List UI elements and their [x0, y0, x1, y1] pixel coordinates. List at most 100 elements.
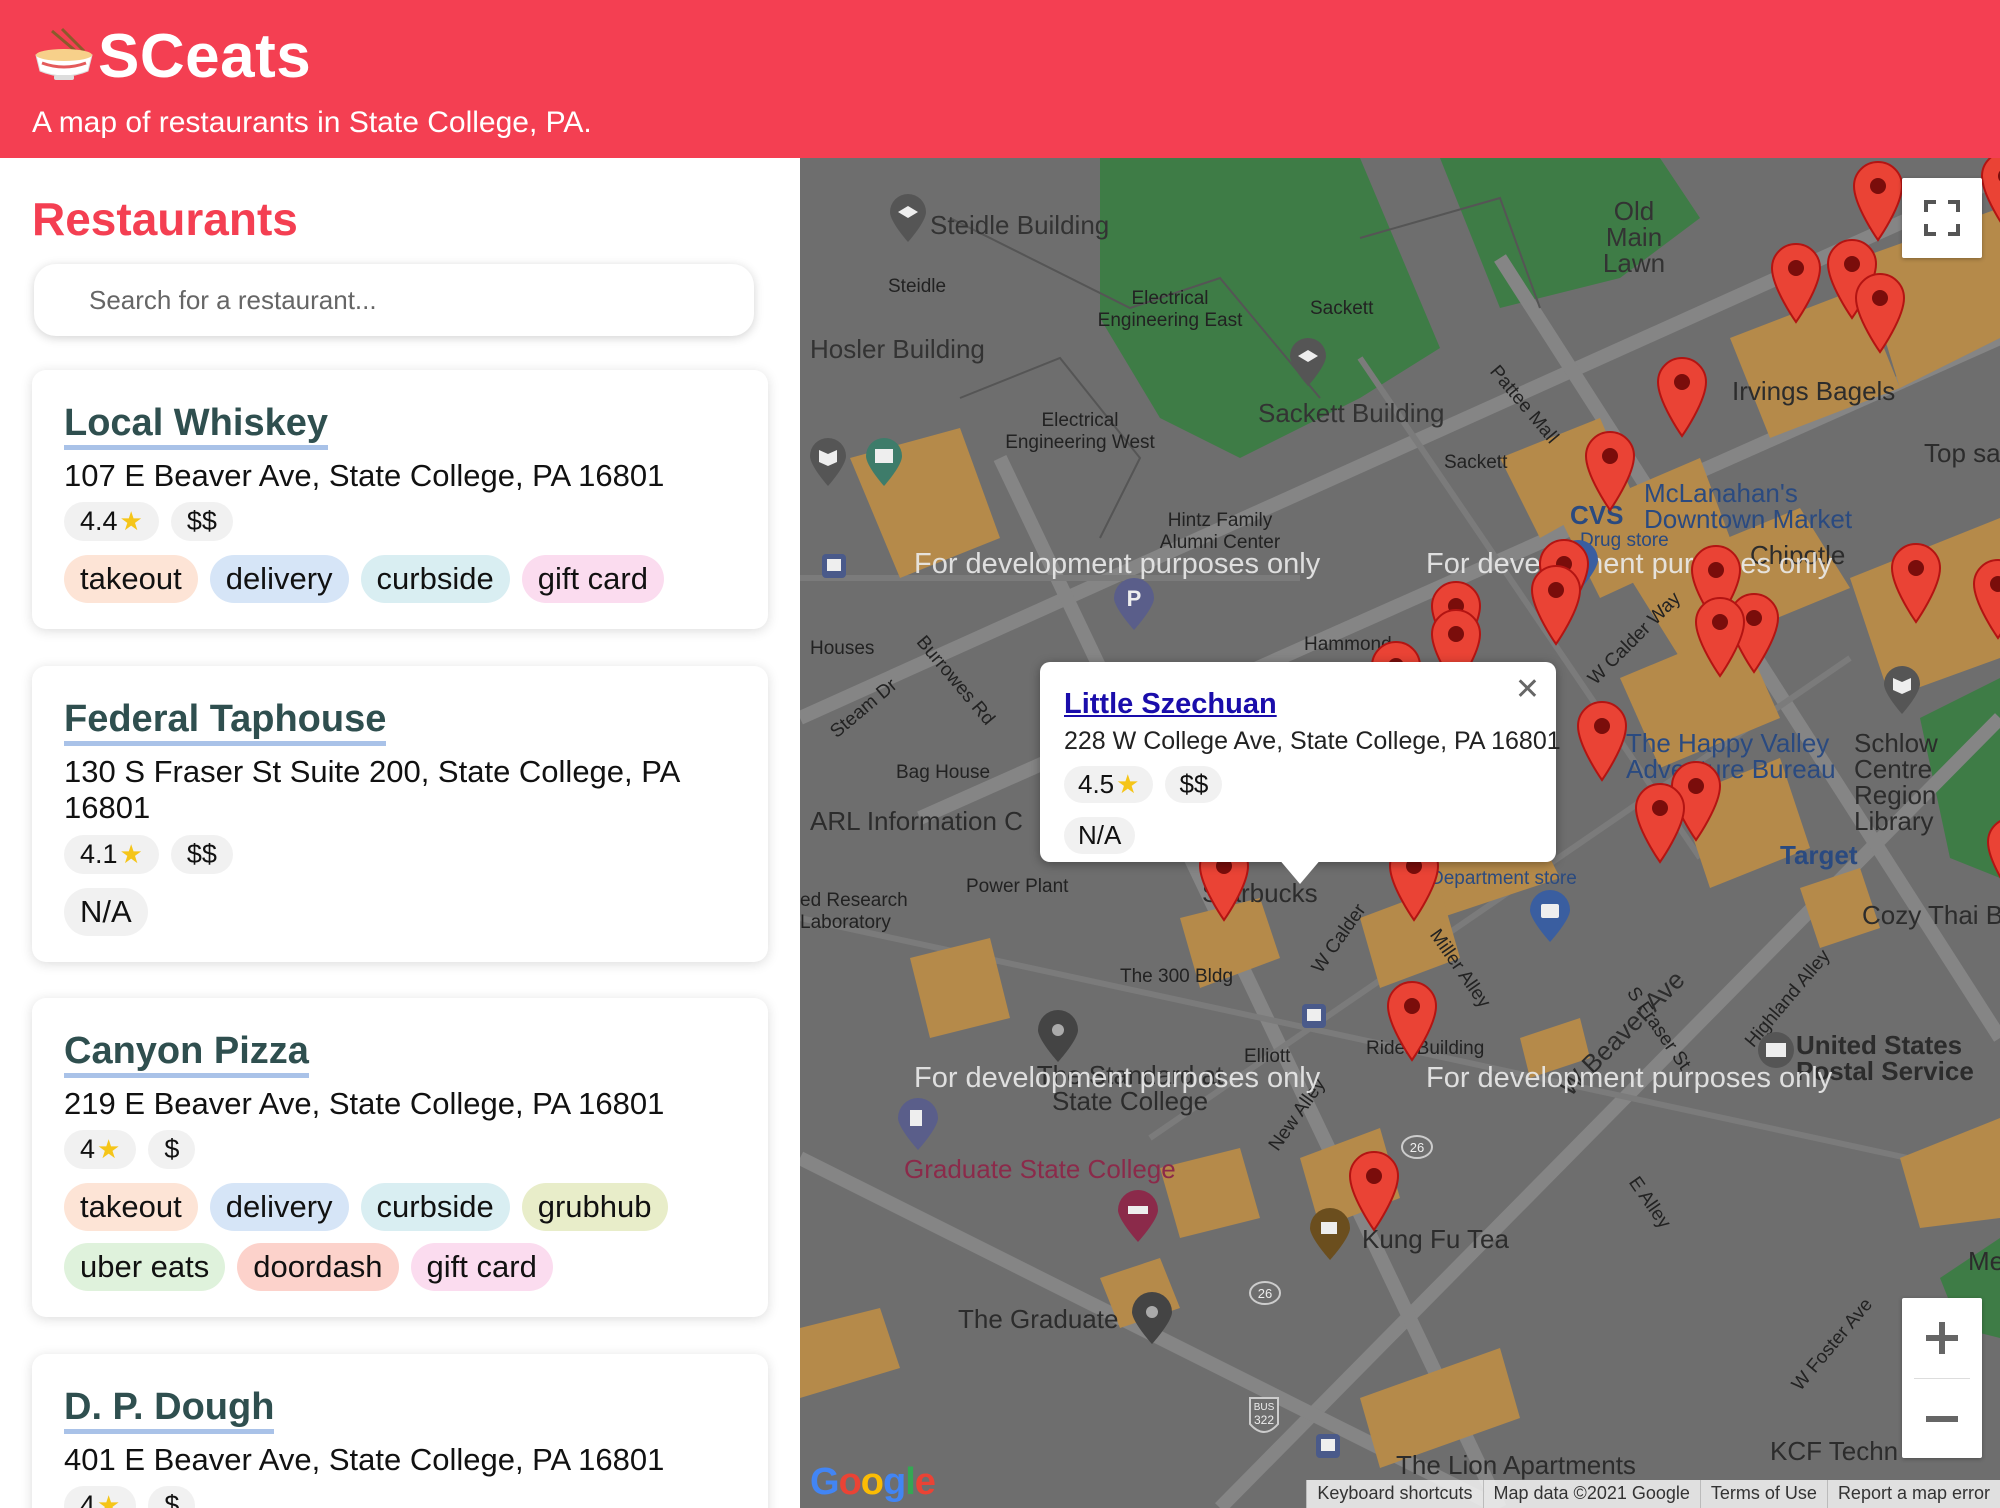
noodle-bowl-icon	[32, 27, 96, 87]
dev-watermark: For development purposes only	[914, 548, 1321, 580]
restaurant-marker-pin[interactable]	[1850, 158, 1906, 242]
app-title: SCeats	[98, 22, 312, 91]
zoom-out-button[interactable]	[1902, 1379, 1982, 1459]
school-poi-icon[interactable]	[888, 194, 928, 244]
search-box[interactable]	[34, 264, 754, 336]
price-badge: $	[148, 1486, 196, 1508]
tag-delivery: delivery	[209, 555, 349, 604]
place-poi-icon[interactable]	[1130, 1292, 1174, 1346]
star-icon: ★	[97, 1134, 121, 1165]
bus-322-shield-icon: BUS322	[1249, 1397, 1279, 1433]
library-poi-icon[interactable]	[808, 438, 848, 488]
map-label: Sackett	[1444, 452, 1508, 473]
plus-icon	[1926, 1322, 1958, 1354]
restaurant-name[interactable]: D. P. Dough	[64, 1387, 275, 1434]
restaurant-marker-pin[interactable]	[1582, 428, 1638, 512]
dev-watermark: For development purposes only	[1426, 548, 1833, 580]
restaurant-sidebar: Restaurants Local Whiskey 107 E Beaver A…	[0, 158, 800, 1508]
rating-badge: 4 ★	[64, 1130, 137, 1170]
map-label: The Happy Valley Adventure Bureau	[1626, 728, 1836, 784]
price-badge: $	[148, 1130, 196, 1170]
restaurant-marker-pin[interactable]	[1852, 270, 1908, 354]
restaurant-info-window: ✕ Little Szechuan 228 W College Ave, Sta…	[1040, 662, 1561, 862]
bus-stop-icon[interactable]	[1300, 1002, 1328, 1030]
restaurant-marker-pin[interactable]	[1692, 594, 1748, 678]
tag-grubhub: grubhub	[521, 1183, 668, 1232]
restaurant-marker-pin[interactable]	[1528, 562, 1584, 646]
popup-address: 228 W College Ave, State College, PA 168…	[1064, 727, 1561, 755]
terms-of-use-link[interactable]: Terms of Use	[1699, 1480, 1827, 1508]
fullscreen-icon	[1924, 200, 1960, 236]
map-label: Department store	[1430, 868, 1577, 889]
map-label: Electrical Engineering East	[1097, 288, 1243, 331]
map-attribution-bar: Keyboard shortcuts Map data ©2021 Google…	[1306, 1480, 2000, 1508]
google-logo[interactable]: Google	[810, 1461, 936, 1504]
bus-stop-icon[interactable]	[1314, 1432, 1342, 1460]
sidebar-title: Restaurants	[32, 193, 298, 245]
restaurant-card[interactable]: Canyon Pizza 219 E Beaver Ave, State Col…	[32, 998, 768, 1318]
restaurant-card[interactable]: Federal Taphouse 130 S Fraser St Suite 2…	[32, 666, 768, 963]
tag-curbside: curbside	[360, 1183, 510, 1232]
museum-poi-icon[interactable]	[864, 438, 904, 488]
map-label: The 300 Bldg	[1120, 966, 1234, 987]
price-badge: $$	[1165, 766, 1223, 803]
restaurant-marker-pin[interactable]	[1984, 814, 2000, 898]
svg-text:BUS: BUS	[1254, 1402, 1275, 1413]
rating-badge: 4 ★	[64, 1486, 137, 1508]
svg-text:322: 322	[1254, 1413, 1274, 1427]
tag-na: N/A	[1064, 817, 1136, 854]
app-header: SCeats A map of restaurants in State Col…	[0, 0, 2000, 158]
tag-takeout: takeout	[64, 1183, 198, 1232]
keyboard-shortcuts-link[interactable]: Keyboard shortcuts	[1306, 1480, 1482, 1508]
close-icon[interactable]: ✕	[1515, 672, 1540, 707]
price-badge: $$	[170, 502, 233, 542]
hotel-poi-icon[interactable]	[1116, 1190, 1160, 1244]
restaurant-marker-pin[interactable]	[1768, 240, 1824, 324]
restaurant-address: 107 E Beaver Ave, State College, PA 1680…	[64, 457, 665, 493]
restaurant-marker-pin[interactable]	[1970, 556, 2000, 640]
restaurant-marker-pin[interactable]	[1888, 540, 1944, 624]
fullscreen-button[interactable]	[1902, 178, 1982, 258]
library-poi-icon[interactable]	[1882, 666, 1922, 716]
map-label: The Graduate	[958, 1304, 1119, 1334]
school-poi-icon[interactable]	[1288, 338, 1328, 388]
rating-badge: 4.5 ★	[1064, 766, 1154, 803]
bus-stop-icon[interactable]	[820, 552, 848, 580]
restaurant-address: 401 E Beaver Ave, State College, PA 1680…	[64, 1441, 665, 1477]
restaurant-name[interactable]: Canyon Pizza	[64, 1031, 309, 1078]
restaurant-marker-pin[interactable]	[1654, 354, 1710, 438]
restaurant-name[interactable]: Federal Taphouse	[64, 699, 387, 746]
restaurant-name[interactable]: Local Whiskey	[64, 403, 328, 450]
info-window-tail	[1278, 858, 1322, 884]
restaurant-card[interactable]: Local Whiskey 107 E Beaver Ave, State Co…	[32, 370, 768, 630]
restaurant-marker-pin[interactable]	[1384, 978, 1440, 1062]
tag-gift-card: gift card	[521, 555, 664, 604]
parking-poi-icon[interactable]: P	[1112, 578, 1156, 632]
popup-restaurant-name[interactable]: Little Szechuan	[1064, 688, 1534, 721]
gas-station-poi-icon[interactable]	[896, 1098, 940, 1152]
restaurant-marker-pin[interactable]	[1632, 780, 1688, 864]
restaurant-marker-pin[interactable]	[1574, 698, 1630, 782]
map-label: Graduate State College	[904, 1154, 1176, 1184]
tag-curbside: curbside	[360, 555, 510, 604]
map-label: Steidle	[888, 276, 947, 297]
restaurant-marker-pin[interactable]	[1346, 1148, 1402, 1232]
tag-na: N/A	[64, 888, 148, 937]
post-office-icon[interactable]	[1756, 1030, 1796, 1070]
tag-gift-card: gift card	[410, 1243, 553, 1292]
map-label: Irvings Bagels	[1732, 376, 1896, 406]
shopping-poi-icon[interactable]	[1528, 890, 1572, 944]
map-label: ed Research Laboratory	[800, 890, 908, 933]
star-icon: ★	[119, 839, 143, 870]
restaurant-card[interactable]: D. P. Dough 401 E Beaver Ave, State Coll…	[32, 1354, 768, 1508]
map-label: Bag House	[896, 762, 991, 783]
zoom-controls	[1902, 1298, 1982, 1458]
map-label: Top sa	[1924, 438, 2000, 468]
place-poi-icon[interactable]	[1036, 1010, 1080, 1064]
star-icon: ★	[119, 506, 143, 537]
zoom-in-button[interactable]	[1902, 1298, 1982, 1378]
report-map-error-link[interactable]: Report a map error	[1826, 1480, 2000, 1508]
minus-icon	[1926, 1416, 1958, 1422]
tag-takeout: takeout	[64, 555, 198, 604]
search-input[interactable]	[89, 284, 689, 316]
